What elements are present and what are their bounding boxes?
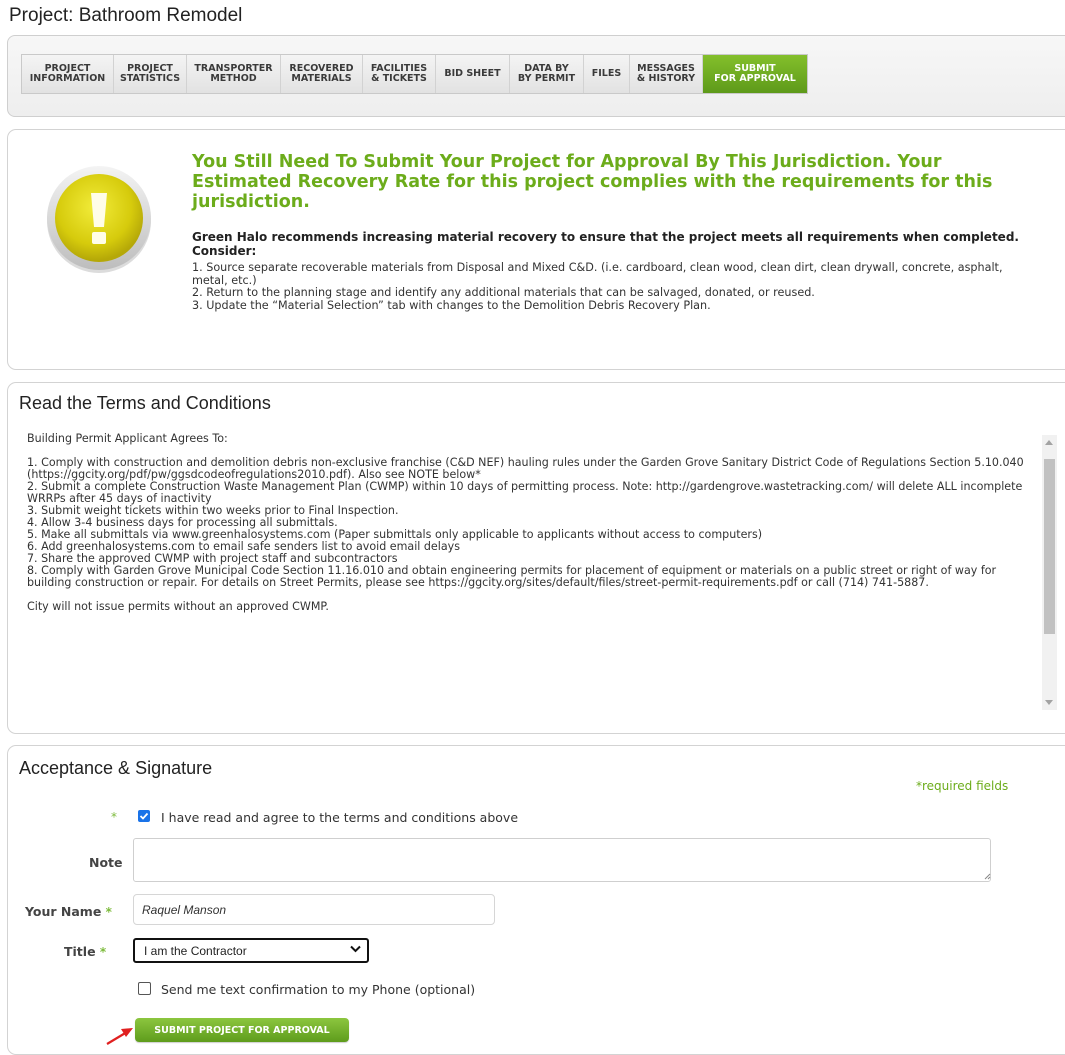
checkmark-icon [139,812,149,820]
tab-label: RECOVERED MATERIALS [289,63,354,84]
tab-label: MESSAGES & HISTORY [636,63,696,84]
agree-checkbox[interactable] [138,810,150,822]
scroll-down-icon[interactable] [1045,700,1053,705]
tab-label: PROJECT STATISTICS [119,63,181,84]
chevron-down-icon [350,945,361,953]
name-label: Your Name * [25,904,112,919]
exclamation-icon [47,166,151,273]
tab-project-information[interactable]: PROJECT INFORMATION [22,55,114,93]
terms-intro: Building Permit Applicant Agrees To: [27,433,228,445]
terms-title: Read the Terms and Conditions [19,393,271,413]
tab-label: SUBMIT FOR APPROVAL [714,63,796,84]
tab-messages-history[interactable]: MESSAGES & HISTORY [630,55,703,93]
title-label: Title * [64,944,107,959]
note-field[interactable] [133,838,991,882]
required-fields-note: *required fields [916,779,1009,793]
required-marker: * [99,945,107,959]
required-marker: * [111,810,117,824]
red-arrow-annotation [106,1028,133,1045]
tab-label: FILES [591,68,622,79]
tab-label: DATA BY BY PERMIT [517,63,576,84]
scroll-up-icon[interactable] [1045,440,1053,445]
consider-item: 1. Source separate recoverable materials… [192,261,1003,287]
terms-item: 1. Comply with construction and demoliti… [27,456,1024,481]
note-label: Note [89,855,123,870]
tab-label: TRANSPORTER METHOD [194,63,273,84]
submit-project-button[interactable]: SUBMIT PROJECT FOR APPROVAL [135,1018,349,1042]
title-select[interactable]: I am the Contractor [133,938,369,963]
consider-list: 1. Source separate recoverable materials… [192,261,1022,312]
tab-label: PROJECT INFORMATION [29,63,106,84]
tab-label: FACILITIES & TICKETS [370,63,428,84]
tab-facilities-tickets[interactable]: FACILITIES & TICKETS [363,55,436,93]
title-select-value: I am the Contractor [144,944,247,958]
scroll-thumb[interactable] [1044,459,1055,634]
resize-grip-icon[interactable] [984,873,991,880]
tab-project-statistics[interactable]: PROJECT STATISTICS [114,55,187,93]
terms-text-box[interactable]: Building Permit Applicant Agrees To: 1. … [27,433,1042,708]
acceptance-card: Acceptance & Signature *required fields … [7,745,1065,1055]
tab-recovered-materials[interactable]: RECOVERED MATERIALS [281,55,363,93]
required-marker: * [105,905,112,919]
terms-item: 2. Submit a complete Construction Waste … [27,480,1023,505]
page-title: Project: Bathroom Remodel [9,5,243,26]
tab-label: BID SHEET [444,68,501,79]
name-field[interactable]: Raquel Manson [133,894,495,925]
terms-scrollbar[interactable] [1042,435,1057,710]
consider-item: 2. Return to the planning stage and iden… [192,286,815,299]
agree-label: I have read and agree to the terms and c… [161,810,519,825]
terms-card: Read the Terms and Conditions Building P… [7,382,1065,734]
approval-headline: You Still Need To Submit Your Project fo… [192,152,993,212]
acceptance-title: Acceptance & Signature [19,758,213,778]
tab-files[interactable]: FILES [584,55,630,93]
tab-data-by-permit[interactable]: DATA BY BY PERMIT [510,55,584,93]
consider-item: 3. Update the “Material Selection” tab w… [192,298,711,312]
tab-strip: PROJECT INFORMATION PROJECT STATISTICS T… [21,54,808,94]
tab-transporter-method[interactable]: TRANSPORTER METHOD [187,55,281,93]
tabs-panel: PROJECT INFORMATION PROJECT STATISTICS T… [7,35,1065,117]
terms-item: 8. Comply with Garden Grove Municipal Co… [27,564,997,589]
sms-label: Send me text confirmation to my Phone (o… [161,982,476,997]
tab-submit-for-approval[interactable]: SUBMIT FOR APPROVAL [703,55,807,93]
terms-closing: City will not issue permits without an a… [27,600,329,613]
tab-bid-sheet[interactable]: BID SHEET [436,55,510,93]
recommendation-text: Green Halo recommends increasing materia… [192,230,1019,258]
sms-checkbox[interactable] [138,982,151,995]
approval-warning-card: You Still Need To Submit Your Project fo… [7,129,1065,370]
